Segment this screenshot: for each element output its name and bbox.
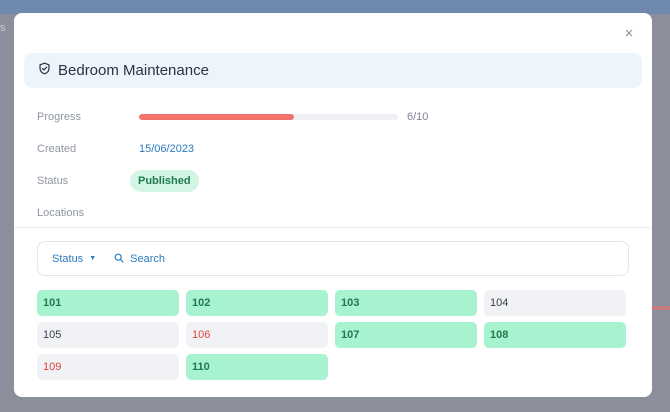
section-divider [14, 227, 652, 228]
caret-down-icon: ▼ [89, 255, 97, 262]
location-tile-106[interactable]: 106 [186, 322, 328, 348]
created-label: Created [37, 143, 77, 155]
created-date: 15/06/2023 [139, 143, 195, 155]
location-tile-105[interactable]: 105 [37, 322, 179, 348]
location-tile-108[interactable]: 108 [484, 322, 626, 348]
status-label: Status [37, 175, 69, 187]
locations-row: Locations [37, 203, 139, 223]
shield-check-icon [38, 62, 58, 80]
progress-row: Progress 6/10 [37, 107, 428, 127]
search-field [114, 250, 331, 268]
location-tile-107[interactable]: 107 [335, 322, 477, 348]
progress-fill [139, 114, 295, 120]
progress-count: 6/10 [407, 111, 429, 123]
search-input[interactable] [130, 252, 331, 265]
progress-label: Progress [37, 111, 82, 123]
modal-title: Bedroom Maintenance [58, 62, 209, 79]
location-tile-102[interactable]: 102 [186, 290, 328, 316]
status-row: Status Published [37, 170, 199, 192]
modal-header: Bedroom Maintenance [24, 53, 642, 88]
locations-label: Locations [37, 207, 85, 219]
status-filter-label: Status [52, 252, 84, 265]
backdrop-text: s [0, 22, 6, 34]
location-tile-110[interactable]: 110 [186, 354, 328, 380]
location-filter-bar: Status ▼ [37, 241, 629, 276]
maintenance-modal: × Bedroom Maintenance Progress 6/10 Crea… [14, 13, 652, 397]
close-button[interactable]: × [620, 25, 638, 43]
created-row: Created 15/06/2023 [37, 139, 194, 159]
location-tile-109[interactable]: 109 [37, 354, 179, 380]
progress-bar [139, 114, 398, 120]
search-icon [114, 250, 130, 268]
location-tile-104[interactable]: 104 [484, 290, 626, 316]
status-badge: Published [130, 170, 199, 192]
location-grid: 101 102 103 104 105 106 107 108 109 110 [37, 290, 629, 380]
status-filter-dropdown[interactable]: Status ▼ [52, 253, 96, 265]
backdrop-accent [652, 306, 670, 310]
location-tile-103[interactable]: 103 [335, 290, 477, 316]
backdrop-header [0, 0, 670, 14]
location-tile-101[interactable]: 101 [37, 290, 179, 316]
